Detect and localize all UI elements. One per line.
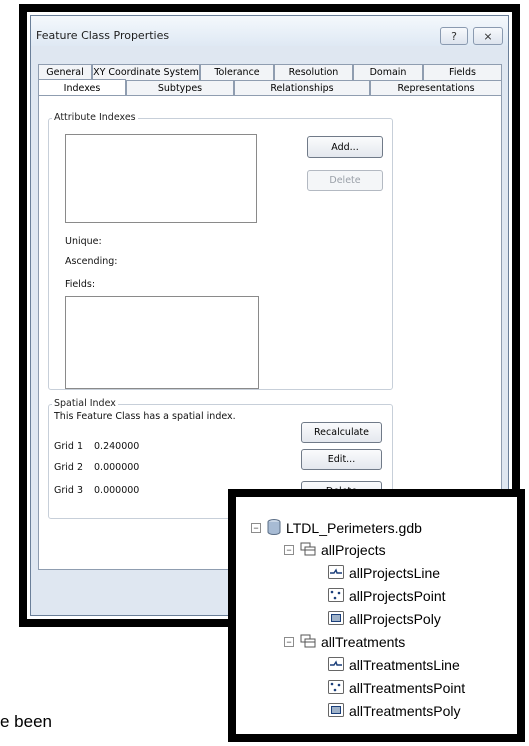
tree-item-label: LTDL_Perimeters.gdb (286, 520, 422, 536)
tab-tolerance[interactable]: Tolerance (200, 64, 274, 80)
tab-label: Representations (397, 83, 475, 94)
tab-label: Fields (449, 67, 476, 78)
grid-1-label: Grid 1 (54, 441, 84, 452)
recalculate-button[interactable]: Recalculate (301, 422, 382, 443)
grid-3-value: 0.000000 (94, 485, 140, 496)
unique-label: Unique: (65, 236, 102, 247)
tree-item-label: allProjectsLine (349, 565, 441, 581)
tab-indexes[interactable]: Indexes (38, 79, 126, 96)
tab-representations[interactable]: Representations (370, 80, 502, 96)
tab-relationships[interactable]: Relationships (234, 80, 370, 96)
delete-index-button[interactable]: Delete (307, 170, 383, 191)
fields-label: Fields: (65, 279, 96, 290)
ascending-label: Ascending: (65, 256, 118, 267)
grid-3-label: Grid 3 (54, 485, 84, 496)
tab-label: XY Coordinate System (93, 67, 199, 78)
tree-item-feature-class[interactable]: allTreatmentsLine (328, 655, 460, 675)
close-button[interactable]: ⨯ (473, 27, 503, 45)
tree-item-feature-class[interactable]: allTreatmentsPoint (328, 678, 465, 698)
tab-resolution[interactable]: Resolution (274, 64, 353, 80)
collapse-icon[interactable]: − (284, 545, 294, 555)
tree-item-label: allTreatmentsPoint (349, 680, 466, 696)
attribute-indexes-legend: Attribute Indexes (52, 112, 138, 123)
grid-2-value: 0.000000 (94, 462, 140, 473)
grid-1-value: 0.240000 (94, 441, 140, 452)
tab-label: Tolerance (214, 67, 260, 78)
tab-label: Indexes (63, 82, 101, 94)
polygon-feature-icon (328, 610, 344, 628)
dialog-title: Feature Class Properties (36, 29, 170, 42)
tree-item-feature-class[interactable]: allProjectsPoint (328, 586, 446, 606)
tab-label: Subtypes (157, 83, 203, 94)
title-bar[interactable]: Feature Class Properties ? ⨯ (31, 16, 508, 46)
help-icon: ? (451, 29, 457, 43)
tree-item-feature-dataset[interactable]: − allProjects (284, 540, 386, 560)
tree-item-label: allProjectsPoint (349, 588, 446, 604)
tab-label: General (46, 67, 84, 78)
tree-item-geodatabase[interactable]: − LTDL_Perimeters.gdb (251, 518, 422, 538)
point-feature-icon (328, 587, 344, 605)
tab-general[interactable]: General (38, 64, 92, 80)
spatial-index-status: This Feature Class has a spatial index. (54, 411, 236, 422)
line-feature-icon (328, 656, 344, 674)
tree-item-label: allTreatments (321, 634, 406, 650)
tab-label: Relationships (270, 83, 334, 94)
tab-xy-coordinate-system[interactable]: XY Coordinate System (92, 64, 200, 80)
tree-item-label: allProjects (321, 542, 386, 558)
feature-dataset-icon (300, 542, 316, 559)
tab-domain[interactable]: Domain (353, 64, 423, 80)
grid-2-label: Grid 2 (54, 462, 84, 473)
tree-item-feature-class[interactable]: allProjectsLine (328, 563, 440, 583)
collapse-icon[interactable]: − (251, 523, 261, 533)
catalog-tree: − LTDL_Perimeters.gdb − allProjects allP… (236, 497, 517, 734)
tab-subtypes[interactable]: Subtypes (126, 80, 234, 96)
spatial-index-legend: Spatial Index (52, 398, 118, 409)
caption-text-fragment: e been (0, 712, 52, 731)
tree-item-label: allProjectsPoly (349, 611, 441, 627)
edit-spatial-index-button[interactable]: Edit... (301, 449, 382, 470)
collapse-icon[interactable]: − (284, 637, 294, 647)
tab-label: Resolution (288, 67, 339, 78)
help-button[interactable]: ? (440, 27, 468, 45)
tree-item-label: allTreatmentsLine (349, 657, 460, 673)
point-feature-icon (328, 679, 344, 697)
line-feature-icon (328, 564, 344, 582)
tree-item-feature-dataset[interactable]: − allTreatments (284, 632, 405, 652)
tab-label: Domain (369, 67, 407, 78)
add-index-button[interactable]: Add... (307, 136, 383, 158)
tab-fields[interactable]: Fields (423, 64, 502, 80)
tree-item-feature-class[interactable]: allTreatmentsPoly (328, 701, 461, 721)
feature-dataset-icon (300, 634, 316, 651)
tree-item-label: allTreatmentsPoly (349, 703, 461, 719)
index-fields-list[interactable] (65, 296, 259, 389)
tree-item-feature-class[interactable]: allProjectsPoly (328, 609, 441, 629)
polygon-feature-icon (328, 702, 344, 720)
close-icon: ⨯ (483, 29, 493, 43)
geodatabase-icon (267, 518, 281, 538)
attribute-indexes-list[interactable] (65, 134, 257, 223)
